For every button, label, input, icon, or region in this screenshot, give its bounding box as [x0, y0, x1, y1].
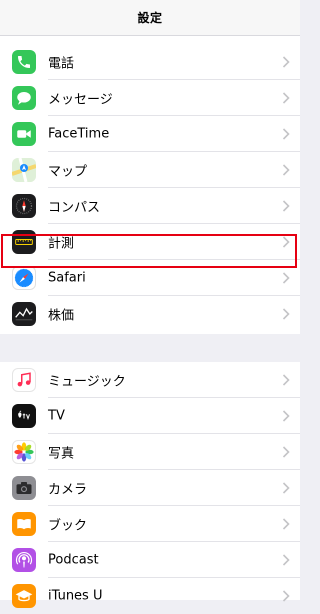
settings-row-maps[interactable]: マップ — [0, 152, 300, 188]
safari-icon — [12, 266, 36, 290]
settings-row-label: Safari — [48, 270, 86, 286]
settings-row-label: ミュージック — [48, 374, 126, 390]
itunes-u-icon — [12, 584, 36, 608]
chevron-right-icon — [282, 482, 290, 494]
settings-row-safari[interactable]: Safari — [0, 260, 300, 296]
chevron-right-icon — [282, 92, 290, 104]
settings-row-books[interactable]: ブック — [0, 506, 300, 542]
settings-row-facetime[interactable]: FaceTime — [0, 116, 300, 152]
books-icon — [12, 512, 36, 536]
chevron-right-icon — [282, 56, 290, 68]
messages-icon — [12, 86, 36, 110]
settings-row-phone[interactable]: 電話 — [0, 44, 300, 80]
chevron-right-icon — [282, 164, 290, 176]
settings-row-label: TV — [48, 408, 65, 424]
chevron-right-icon — [282, 200, 290, 212]
settings-row-itunes-u[interactable]: iTunes U — [0, 578, 300, 614]
chevron-right-icon — [282, 446, 290, 458]
page-title: 設定 — [137, 11, 163, 25]
settings-row-compass[interactable]: コンパス — [0, 188, 300, 224]
chevron-right-icon — [282, 554, 290, 566]
chevron-right-icon — [282, 590, 290, 602]
chevron-right-icon — [282, 518, 290, 530]
chevron-right-icon — [282, 308, 290, 320]
phone-icon — [12, 50, 36, 74]
tv-icon — [12, 404, 36, 428]
settings-row-messages[interactable]: メッセージ — [0, 80, 300, 116]
chevron-right-icon — [282, 374, 290, 386]
photos-icon — [12, 440, 36, 464]
camera-icon — [12, 476, 36, 500]
chevron-right-icon — [282, 128, 290, 140]
settings-row-label: 計測 — [48, 236, 75, 252]
settings-row-podcasts[interactable]: Podcast — [0, 542, 300, 578]
settings-row-camera[interactable]: カメラ — [0, 470, 300, 506]
stocks-icon — [12, 302, 36, 326]
settings-row-label: Podcast — [48, 552, 99, 568]
settings-row-label: メッセージ — [48, 92, 113, 108]
settings-row-label: FaceTime — [48, 126, 110, 142]
settings-row-stocks[interactable]: 株価 — [0, 296, 300, 332]
settings-row-label: マップ — [48, 164, 88, 180]
settings-row-music[interactable]: ミュージック — [0, 362, 300, 398]
maps-icon — [12, 158, 36, 182]
measure-icon — [12, 230, 36, 254]
navigation-bar: 設定 — [0, 0, 300, 36]
settings-row-label: 電話 — [48, 56, 75, 72]
chevron-right-icon — [282, 272, 290, 284]
settings-row-label: 写真 — [48, 446, 75, 462]
chevron-right-icon — [282, 236, 290, 248]
settings-row-label: カメラ — [48, 482, 88, 498]
settings-row-measure[interactable]: 計測 — [0, 224, 300, 260]
settings-row-tv[interactable]: TV — [0, 398, 300, 434]
compass-icon — [12, 194, 36, 218]
settings-row-label: 株価 — [48, 308, 75, 324]
settings-group-apps-2: ミュージック TV 写真 カメラ ブック Podcast iTunes U — [0, 362, 300, 608]
chevron-right-icon — [282, 410, 290, 422]
settings-row-photos[interactable]: 写真 — [0, 434, 300, 470]
settings-row-label: iTunes U — [48, 588, 103, 604]
settings-row-label: ブック — [48, 518, 88, 534]
settings-row-label: コンパス — [48, 200, 101, 216]
settings-group-apps-1: 電話 メッセージ FaceTime マップ コンパス 計測 Safari 株価 — [0, 36, 300, 334]
music-icon — [12, 368, 36, 392]
facetime-icon — [12, 122, 36, 146]
podcasts-icon — [12, 548, 36, 572]
